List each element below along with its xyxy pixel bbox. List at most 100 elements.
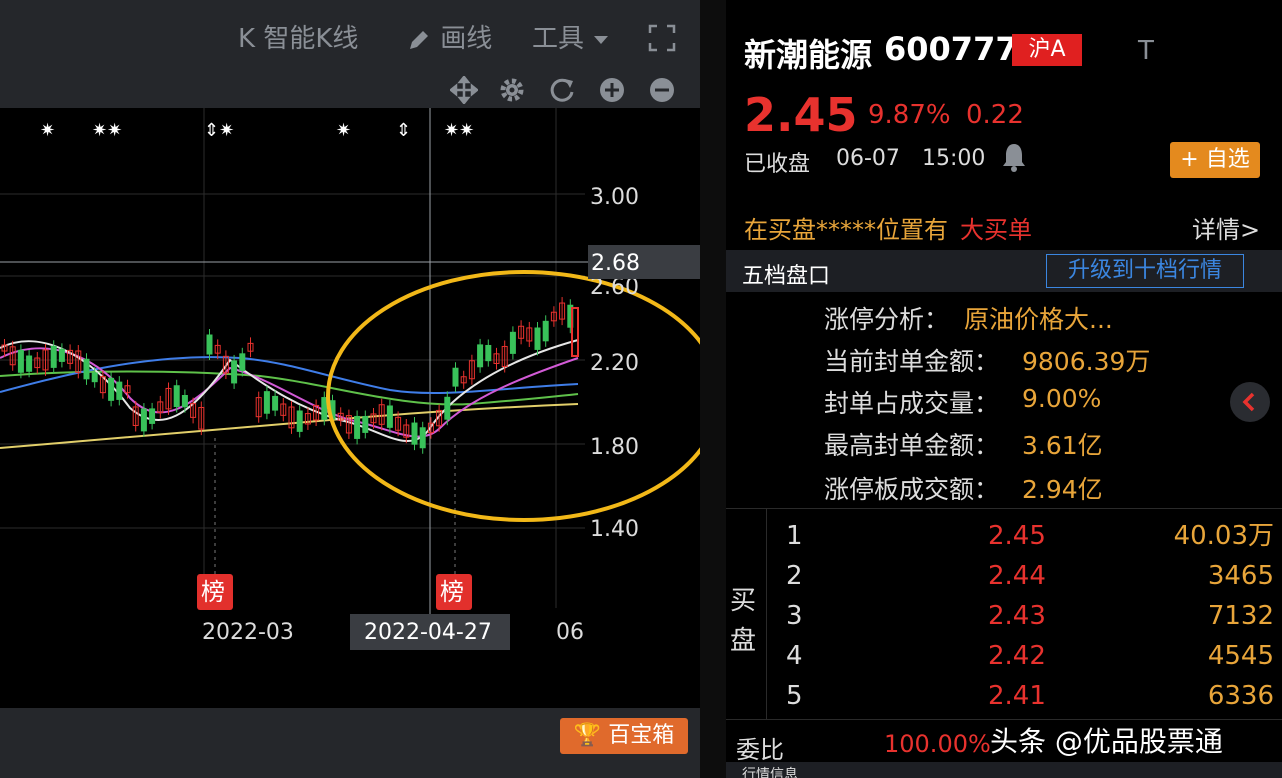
- candle: [108, 377, 115, 401]
- quote-info-header: 行情信息: [726, 762, 1282, 778]
- candle: [17, 349, 24, 373]
- bid-volume: 6336: [1207, 681, 1274, 711]
- candle: [231, 360, 238, 384]
- candlestick-chart[interactable]: ✷ ✷✷ ⇕✷ ✷ ⇕ ✷✷ 3.00 2.60 2.20 1.80 1.40: [0, 108, 700, 708]
- event-marker[interactable]: ⇕: [396, 120, 411, 141]
- tools-label: 工具: [532, 24, 585, 54]
- fullscreen-icon[interactable]: [648, 24, 676, 52]
- candle: [362, 415, 369, 433]
- bid-level: 1: [786, 521, 803, 551]
- event-marker[interactable]: ✷: [336, 120, 351, 141]
- candle: [26, 355, 33, 372]
- max-seal-label: 最高封单金额：: [824, 431, 1000, 460]
- bid-book-separator: [766, 508, 767, 720]
- highlight-circle: [326, 270, 700, 522]
- order-book-title: 五档盘口: [742, 264, 831, 289]
- bid-volume: 7132: [1207, 601, 1274, 631]
- move-icon[interactable]: [450, 76, 478, 104]
- seal-ratio-label: 封单占成交量：: [824, 389, 1000, 418]
- gear-icon[interactable]: [498, 76, 526, 104]
- candle: [272, 395, 279, 411]
- app-window: K 智能K线 画线 工具 ✷ ✷✷ ⇕✷ ✷ ⇕ ✷✷ 3.00 2.60 2.…: [0, 0, 1282, 778]
- candle: [411, 422, 418, 445]
- stock-code: 600777: [884, 30, 1018, 68]
- bid-price: 2.41: [988, 681, 1046, 711]
- bid-row[interactable]: 5 2.41 6336: [786, 676, 1282, 716]
- candle: [419, 427, 426, 449]
- candle: [239, 353, 246, 371]
- market-status: 已收盘: [744, 152, 811, 177]
- order-alert-text: 在买盘*****位置有: [744, 216, 948, 244]
- bid-level: 3: [786, 601, 803, 631]
- upgrade-level10-button[interactable]: 升级到十档行情: [1046, 254, 1244, 288]
- refresh-icon[interactable]: [548, 76, 576, 104]
- x-tick-label: 06: [556, 620, 584, 645]
- candle: [116, 381, 123, 400]
- candle: [58, 348, 65, 362]
- candle: [140, 408, 147, 432]
- quote-time: 15:00: [922, 146, 986, 171]
- candle: [173, 385, 180, 408]
- bid-row[interactable]: 4 2.42 4545: [786, 636, 1282, 676]
- candle: [452, 367, 459, 387]
- y-tick-label: 2.20: [590, 351, 639, 376]
- pane-divider[interactable]: [700, 0, 726, 778]
- candle: [91, 372, 98, 383]
- stock-name: 新潮能源: [744, 36, 873, 74]
- chevron-left-icon: [1242, 392, 1255, 412]
- treasure-box-label: 百宝箱: [608, 723, 675, 748]
- tools-dropdown[interactable]: 工具: [532, 24, 610, 54]
- event-marker[interactable]: ✷✷: [444, 120, 474, 141]
- candle: [485, 344, 492, 362]
- bid-row[interactable]: 2 2.44 3465: [786, 556, 1282, 596]
- chevron-down-icon: [594, 35, 609, 44]
- order-ratio-value: 100.00%: [884, 730, 991, 758]
- trophy-icon: 🏆: [573, 723, 602, 748]
- candle: [206, 334, 213, 355]
- draw-line-label: 画线: [440, 24, 493, 54]
- chart-toolbar: K 智能K线 画线 工具: [0, 0, 700, 108]
- bid-price: 2.42: [988, 641, 1046, 671]
- zoom-out-icon[interactable]: [648, 76, 676, 104]
- alert-detail-link[interactable]: 详情>: [1192, 210, 1260, 245]
- smart-kline-button[interactable]: K 智能K线: [238, 24, 358, 54]
- change-amount: 0.22: [966, 100, 1024, 130]
- candle: [509, 331, 516, 354]
- event-markers: ✷ ✷✷ ⇕✷ ✷ ⇕ ✷✷: [40, 120, 474, 141]
- candle: [444, 396, 451, 420]
- watermark-text: 头条 @优品股票通: [990, 725, 1223, 758]
- treasure-box-button[interactable]: 🏆 百宝箱: [560, 718, 688, 754]
- change-percent: 9.87%: [868, 100, 951, 130]
- analysis-value[interactable]: 原油价格大...: [964, 300, 1113, 336]
- zoom-in-icon[interactable]: [598, 76, 626, 104]
- bid-volume: 40.03万: [1173, 521, 1274, 551]
- order-alert-highlight: 大买单: [960, 216, 1032, 244]
- event-marker[interactable]: ✷: [40, 120, 55, 141]
- draw-line-button[interactable]: 画线: [406, 24, 492, 54]
- x-tick-label: 2022-03: [202, 620, 294, 645]
- event-marker[interactable]: ⇕✷: [204, 120, 234, 141]
- chart-grid: [0, 108, 585, 608]
- collapse-panel-button[interactable]: [1230, 382, 1270, 422]
- quote-date: 06-07: [836, 146, 900, 171]
- bid-price: 2.44: [988, 561, 1046, 591]
- market-badge: 沪A: [1012, 34, 1082, 66]
- bell-icon[interactable]: [1000, 142, 1028, 172]
- bid-level: 4: [786, 641, 803, 671]
- bid-row[interactable]: 3 2.43 7132: [786, 596, 1282, 636]
- candle: [181, 395, 188, 408]
- candle: [542, 320, 549, 342]
- analysis-label: 涨停分析：: [824, 305, 950, 334]
- add-watchlist-button[interactable]: + 自选: [1170, 142, 1260, 178]
- pencil-icon: [410, 30, 428, 49]
- candle: [296, 410, 303, 432]
- crosshair-price-label: 2.68: [591, 251, 640, 276]
- bid-volume: 3465: [1207, 561, 1274, 591]
- candle: [149, 408, 156, 424]
- t-indicator[interactable]: T: [1138, 36, 1154, 66]
- event-marker[interactable]: ✷✷: [92, 120, 122, 141]
- bid-row[interactable]: 1 2.45 40.03万: [786, 516, 1282, 556]
- turnover-label: 涨停板成交额：: [824, 475, 1000, 504]
- candle: [83, 358, 90, 380]
- candle: [534, 327, 541, 350]
